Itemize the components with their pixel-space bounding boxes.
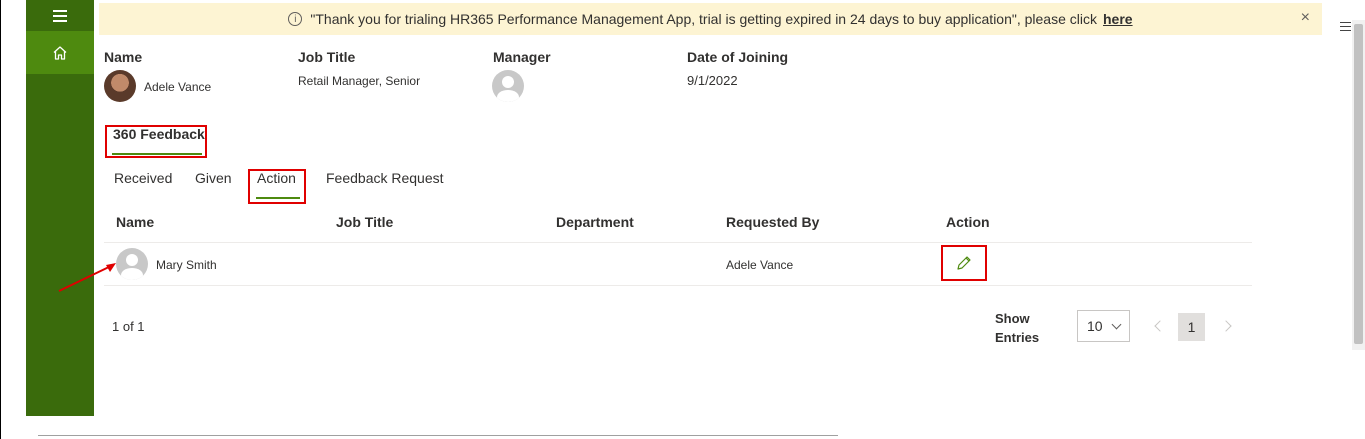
employee-avatar [104, 70, 136, 102]
column-header-action: Action [946, 214, 990, 230]
page-size-select[interactable]: 10 [1077, 310, 1130, 342]
annotation-box-360-feedback [105, 125, 207, 158]
pagination-summary: 1 of 1 [112, 319, 145, 334]
row-user-name: Mary Smith [156, 258, 217, 272]
next-page-icon[interactable] [1222, 317, 1234, 335]
bottom-divider [38, 435, 838, 436]
show-entries-label: Show Entries [995, 311, 1040, 345]
more-menu-icon[interactable] [1340, 20, 1352, 32]
job-title-label: Job Title [298, 49, 356, 65]
name-label: Name [104, 49, 143, 65]
manager-label: Manager [493, 49, 551, 65]
hamburger-menu-icon[interactable] [26, 0, 94, 31]
trial-banner: i "Thank you for trialing HR365 Performa… [99, 3, 1322, 35]
chevron-down-icon [1111, 319, 1122, 330]
column-header-requested-by: Requested By [726, 214, 820, 230]
subtab-feedback-request[interactable]: Feedback Request [326, 170, 444, 186]
column-header-name: Name [116, 214, 155, 230]
row-requested-by: Adele Vance [726, 258, 794, 272]
table-row-divider [104, 285, 1252, 286]
manager-avatar [492, 70, 524, 102]
page-number-current[interactable]: 1 [1178, 313, 1205, 341]
scrollbar-thumb[interactable] [1354, 24, 1363, 344]
vertical-scrollbar[interactable] [1352, 20, 1365, 350]
row-user-avatar [116, 248, 148, 280]
annotation-arrow [58, 263, 116, 292]
date-of-joining-label: Date of Joining [687, 49, 789, 65]
home-icon[interactable] [26, 31, 94, 74]
subtab-given[interactable]: Given [195, 170, 232, 186]
date-of-joining-value: 9/1/2022 [687, 73, 738, 88]
info-icon: i [288, 12, 303, 26]
column-header-department: Department [556, 214, 634, 230]
sidebar [26, 0, 94, 416]
subtab-received[interactable]: Received [114, 170, 172, 186]
column-header-job-title: Job Title [336, 214, 394, 230]
table-header-divider [104, 242, 1252, 243]
annotation-box-edit [941, 245, 987, 281]
employee-job-title: Retail Manager, Senior [298, 74, 421, 88]
banner-message: "Thank you for trialing HR365 Performanc… [310, 11, 1097, 27]
window-left-edge [0, 0, 1, 439]
annotation-box-action-tab [248, 169, 306, 204]
close-icon[interactable]: × [1301, 9, 1310, 27]
employee-name: Adele Vance [144, 80, 212, 94]
page-size-value: 10 [1087, 318, 1103, 334]
previous-page-icon[interactable] [1152, 317, 1164, 335]
buy-link[interactable]: here [1103, 11, 1133, 27]
